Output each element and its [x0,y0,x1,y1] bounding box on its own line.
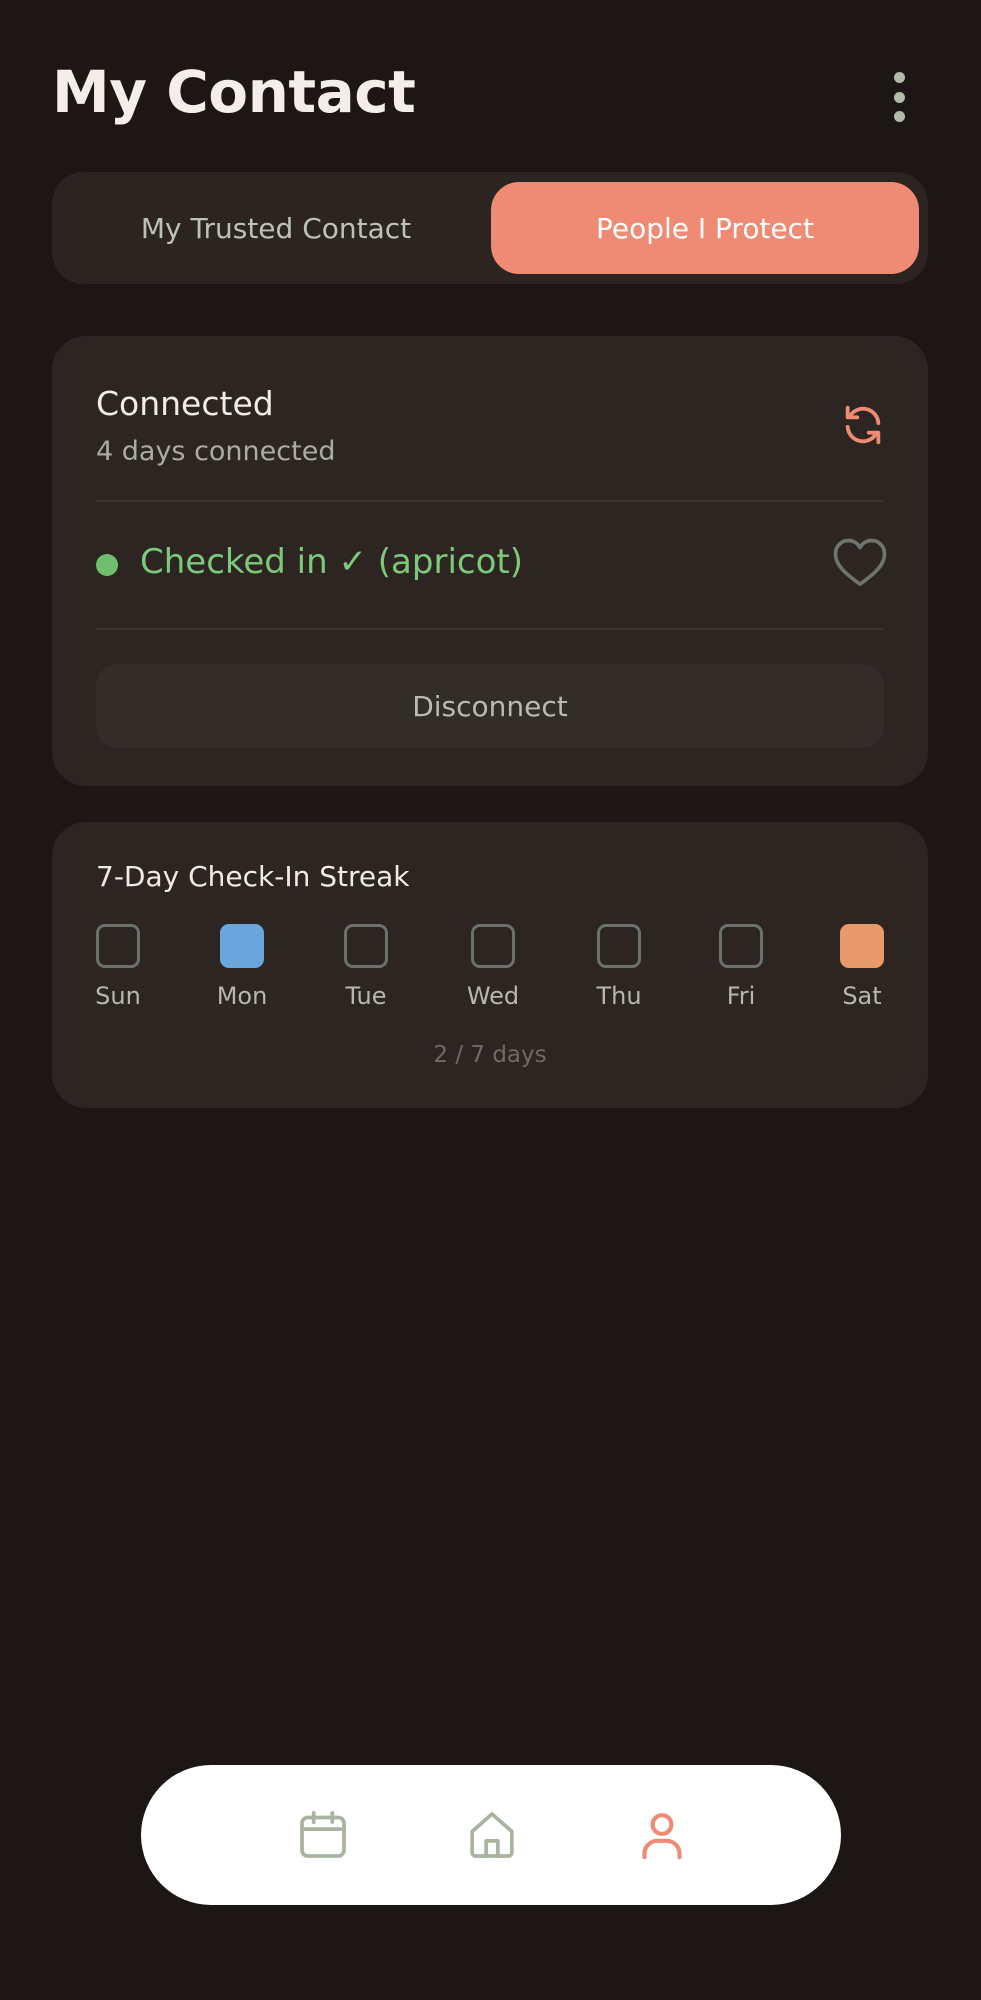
day-checkbox [96,924,140,968]
page-title: My Contact [52,58,416,126]
streak-count: 2 / 7 days [433,1042,547,1068]
day-label: Sat [842,982,882,1010]
day-label: Fri [726,982,756,1010]
kebab-menu-icon[interactable] [884,72,914,122]
day-label: Thu [596,982,642,1010]
day-checkbox [597,924,641,968]
connection-duration: 4 days connected [96,436,336,467]
day-checkbox [719,924,763,968]
divider [96,500,884,502]
streak-title: 7-Day Check-In Streak [96,860,410,893]
day-checkbox [840,924,884,968]
day-checkbox [220,924,264,968]
day-wed: Wed [453,924,533,1010]
streak-card: 7-Day Check-In Streak Sun Mon Tue Wed Th… [52,822,928,1108]
day-label: Sun [95,982,141,1010]
contact-segmented-control: My Trusted Contact People I Protect [52,172,928,284]
day-label: Tue [345,982,387,1010]
check-in-status: Checked in ✓ (apricot) [140,542,523,582]
day-mon: Mon [202,924,282,1010]
refresh-icon[interactable] [840,402,886,448]
heart-icon[interactable] [832,536,888,588]
day-label: Wed [466,982,520,1010]
status-dot [96,554,118,576]
day-fri: Fri [701,924,781,1010]
tab-people-i-protect[interactable]: People I Protect [491,182,919,274]
calendar-icon[interactable] [295,1807,351,1863]
connection-title: Connected [96,384,274,423]
day-checkbox [344,924,388,968]
day-checkbox [471,924,515,968]
day-sun: Sun [78,924,158,1010]
profile-icon[interactable] [634,1807,690,1863]
divider [96,628,884,630]
day-label: Mon [216,982,268,1010]
day-tue: Tue [326,924,406,1010]
day-sat: Sat [822,924,902,1010]
connection-card: Connected 4 days connected Checked in ✓ … [52,336,928,786]
tab-my-trusted-contact[interactable]: My Trusted Contact [62,182,490,274]
day-thu: Thu [579,924,659,1010]
bottom-nav [141,1765,841,1905]
disconnect-button[interactable]: Disconnect [96,664,884,748]
home-icon[interactable] [464,1807,520,1863]
